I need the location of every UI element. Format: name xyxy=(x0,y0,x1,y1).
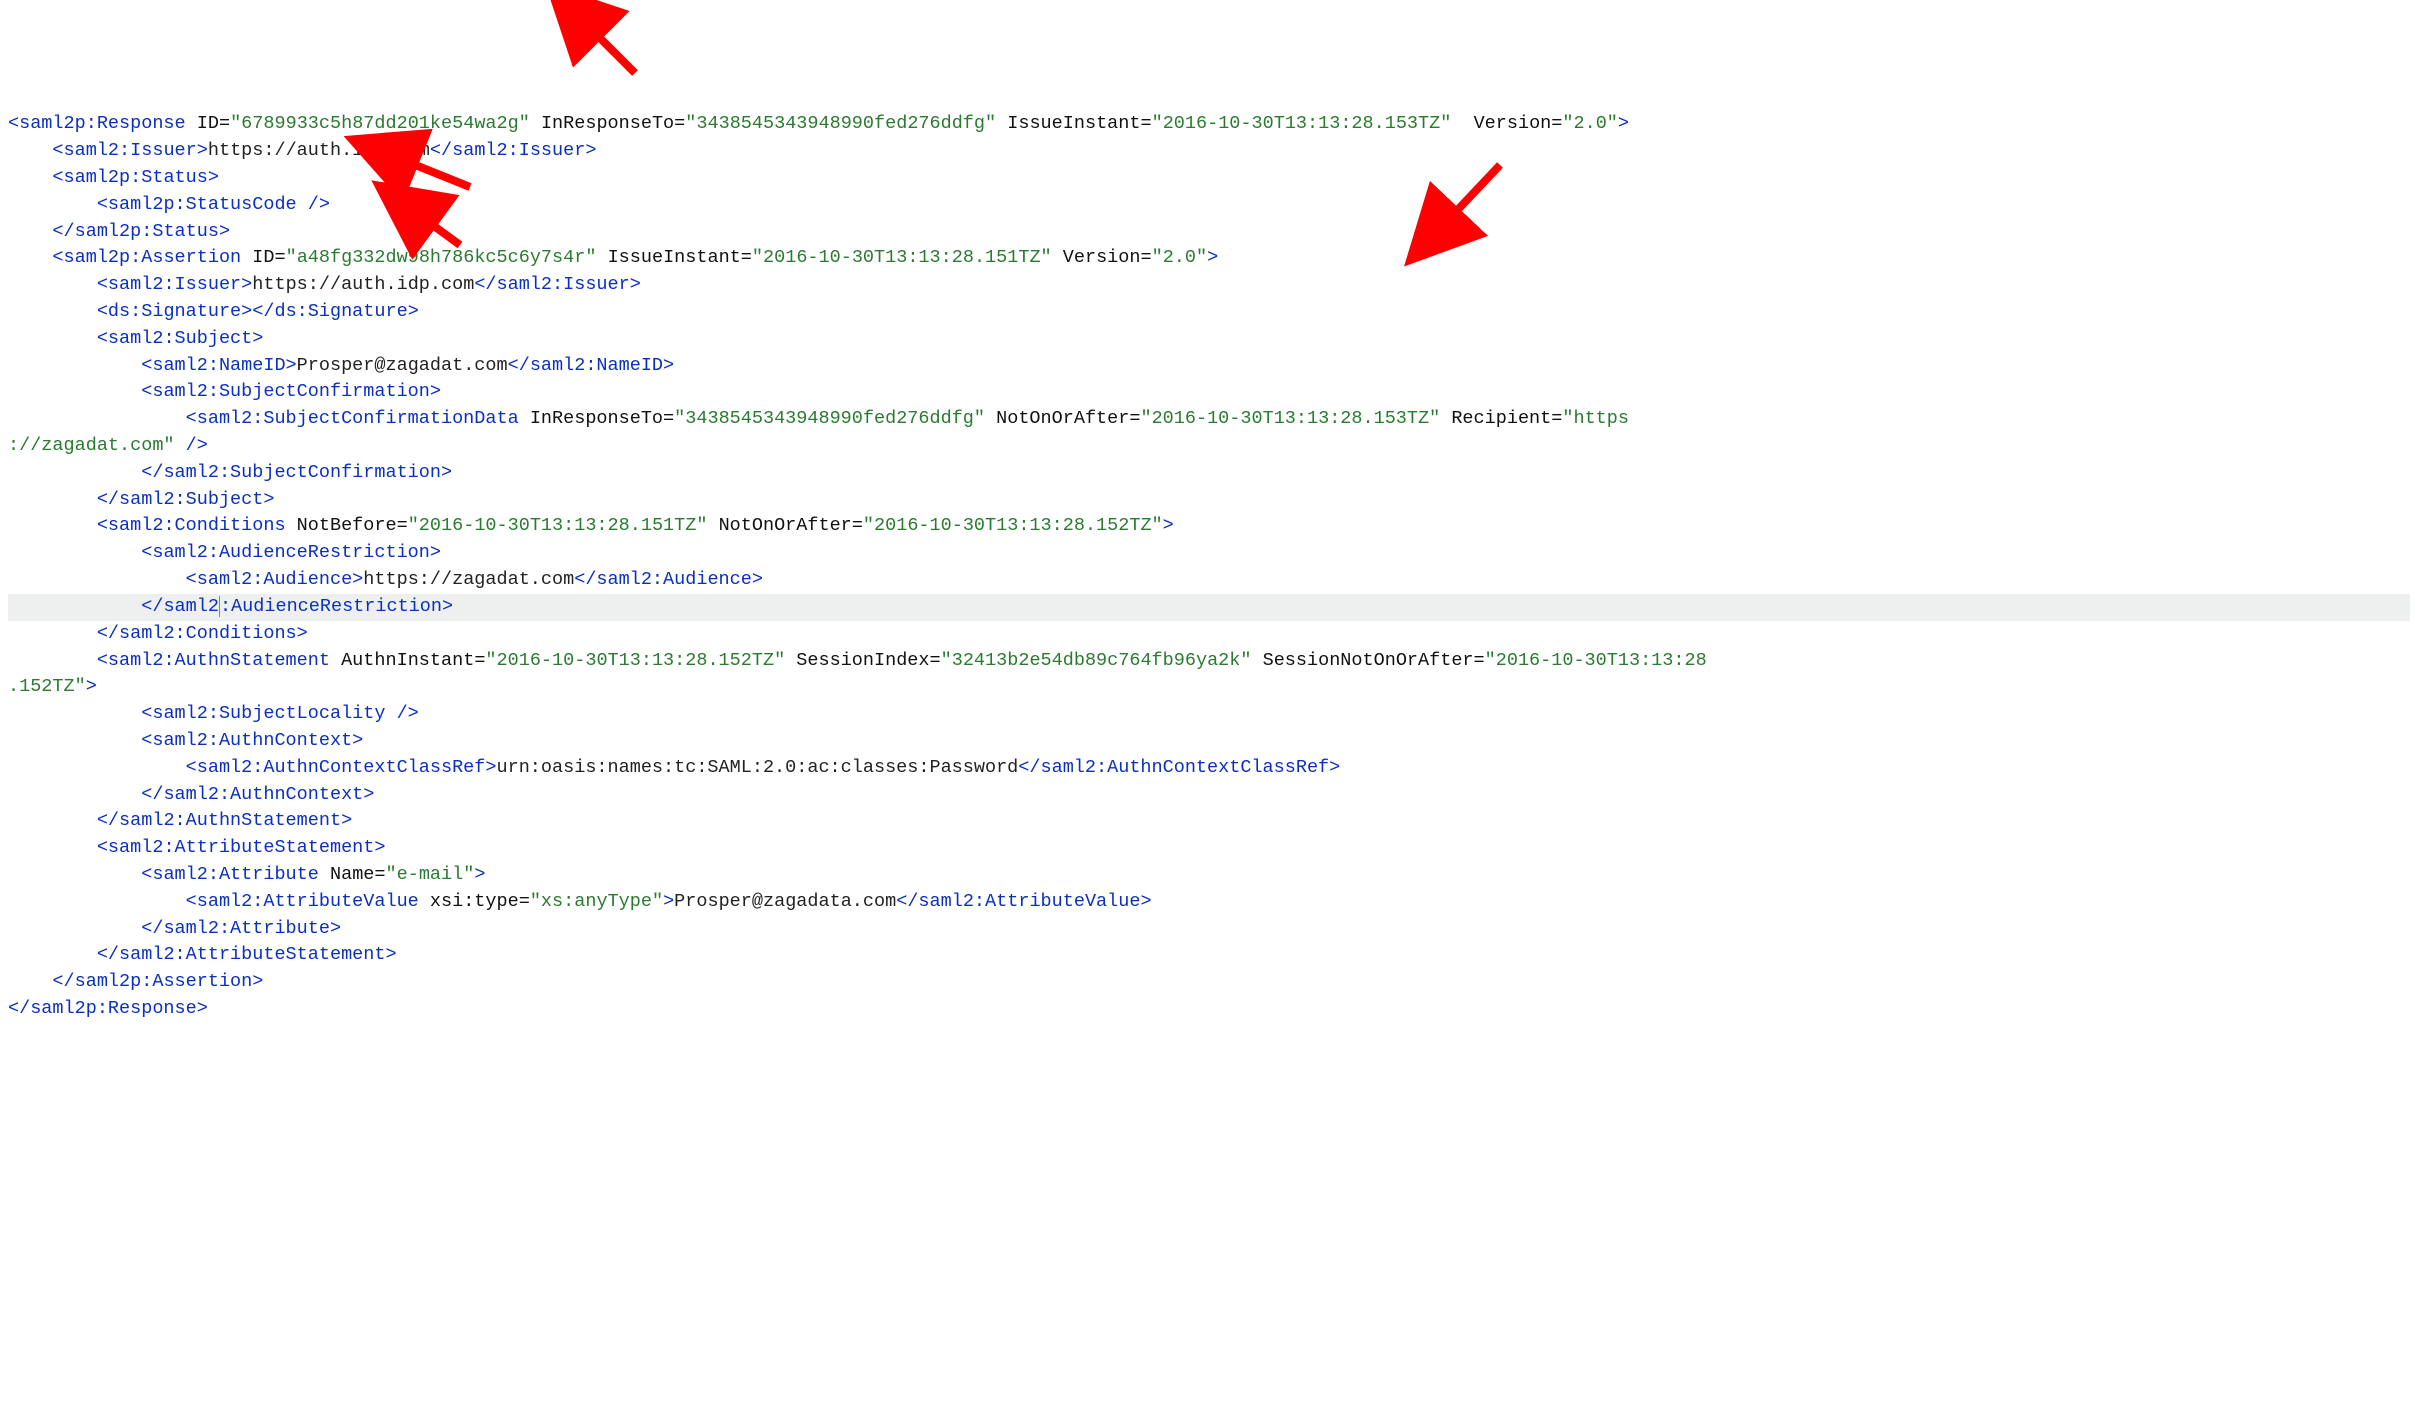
version-val: "2.0" xyxy=(1562,113,1618,134)
subjectlocality-self: <saml2:SubjectLocality /> xyxy=(141,703,419,724)
ais-si-attr: SessionIndex xyxy=(796,650,929,671)
assertion-ver-val: "2.0" xyxy=(1152,247,1208,268)
issuer-open: <saml2:Issuer> xyxy=(52,140,207,161)
inresponseto-val: "3438545343948990fed276ddfg" xyxy=(685,113,996,134)
issueinstant-val: "2016-10-30T13:13:28.153TZ" xyxy=(1152,113,1452,134)
accr-value: urn:oasis:names:tc:SAML:2.0:ac:classes:P… xyxy=(497,757,1019,778)
attrval-value: Prosper@zagadata.com xyxy=(674,891,896,912)
ais-snooa-val2: .152TZ" xyxy=(8,676,86,697)
subject-close: </saml2:Subject> xyxy=(97,489,275,510)
cond-nb-attr: NotBefore xyxy=(297,515,397,536)
assertion-ver-attr: Version xyxy=(1063,247,1141,268)
scd-irt-val: "3438545343948990fed276ddfg" xyxy=(674,408,985,429)
version-attr: Version xyxy=(1474,113,1552,134)
attr-close: </saml2:Attribute> xyxy=(141,918,341,939)
assertion-id-val: "a48fg332dw98h786kc5c6y7s4r" xyxy=(286,247,597,268)
attr-open-tag: <saml2:Attribute xyxy=(141,864,319,885)
issueinstant-attr: IssueInstant xyxy=(1007,113,1140,134)
ais-snooa-attr: SessionNotOnOrAfter xyxy=(1263,650,1474,671)
scd-recip-val2: ://zagadat.com" xyxy=(8,435,175,456)
scd-irt-attr: InResponseTo xyxy=(530,408,663,429)
authncontext-close: </saml2:AuthnContext> xyxy=(141,784,374,805)
nameid-close: </saml2:NameID> xyxy=(508,355,675,376)
status-close: </saml2p:Status> xyxy=(52,221,230,242)
conditions-close: </saml2:Conditions> xyxy=(97,623,308,644)
assertion-ii-attr: IssueInstant xyxy=(608,247,741,268)
audiencerestr-close2: :AudienceRestriction> xyxy=(219,596,453,617)
authnstmt-open-tag: <saml2:AuthnStatement xyxy=(97,650,330,671)
cond-nb-val: "2016-10-30T13:13:28.151TZ" xyxy=(408,515,708,536)
inresponseto-attr: InResponseTo xyxy=(541,113,674,134)
assertion-ii-val: "2016-10-30T13:13:28.151TZ" xyxy=(752,247,1052,268)
ais-si-val: "32413b2e54db89c764fb96ya2k" xyxy=(941,650,1252,671)
scd-nooa-val: "2016-10-30T13:13:28.153TZ" xyxy=(1140,408,1440,429)
assertion-id-attr: ID xyxy=(252,247,274,268)
signature-close: </ds:Signature> xyxy=(252,301,419,322)
nameid-open: <saml2:NameID> xyxy=(141,355,296,376)
accr-close: </saml2:AuthnContextClassRef> xyxy=(1018,757,1340,778)
scd-recip-attr: Recipient xyxy=(1451,408,1551,429)
audience-open: <saml2:Audience> xyxy=(186,569,364,590)
attrval-open-tag: <saml2:AttributeValue xyxy=(186,891,419,912)
audiencerestr-open: <saml2:AudienceRestriction> xyxy=(141,542,441,563)
audience-close: </saml2:Audience> xyxy=(574,569,763,590)
scd-selfclose: /> xyxy=(175,435,208,456)
authnstmt-close: </saml2:AuthnStatement> xyxy=(97,810,352,831)
annotation-arrow-icon xyxy=(580,18,650,88)
cond-nooa-val: "2016-10-30T13:13:28.152TZ" xyxy=(863,515,1163,536)
attrval-xsi-attr: xsi:type xyxy=(430,891,519,912)
issuer-close: </saml2:Issuer> xyxy=(430,140,597,161)
attrstmt-close: </saml2:AttributeStatement> xyxy=(97,944,397,965)
attrval-close: </saml2:AttributeValue> xyxy=(896,891,1151,912)
attrstmt-open: <saml2:AttributeStatement> xyxy=(97,837,386,858)
attr-name-val: "e-mail" xyxy=(386,864,475,885)
xml-code-block: <saml2p:Response ID="6789933c5h87dd201ke… xyxy=(8,111,2410,1023)
ais-snooa-val1: "2016-10-30T13:13:28 xyxy=(1485,650,1707,671)
nameid-value: Prosper@zagadat.com xyxy=(297,355,508,376)
subjectconf-close: </saml2:SubjectConfirmation> xyxy=(141,462,452,483)
scd-nooa-attr: NotOnOrAfter xyxy=(996,408,1129,429)
attr-name-attr: Name xyxy=(330,864,374,885)
assertion-open-tag: <saml2p:Assertion xyxy=(52,247,241,268)
status-open: <saml2p:Status> xyxy=(52,167,219,188)
accr-open: <saml2:AuthnContextClassRef> xyxy=(186,757,497,778)
signature-open: <ds:Signature> xyxy=(97,301,252,322)
attrval-xsi-val: "xs:anyType" xyxy=(530,891,663,912)
response-open-tag: <saml2p:Response xyxy=(8,113,186,134)
id-val: "6789933c5h87dd201ke54wa2g" xyxy=(230,113,530,134)
audience-value: https://zagadat.com xyxy=(363,569,574,590)
issuer-inner-open: <saml2:Issuer> xyxy=(97,274,252,295)
scd-recip-val1: "https xyxy=(1562,408,1629,429)
subject-open: <saml2:Subject> xyxy=(97,328,264,349)
issuer-inner-close: </saml2:Issuer> xyxy=(474,274,641,295)
scd-open: <saml2:SubjectConfirmationData xyxy=(186,408,519,429)
statuscode-self: <saml2p:StatusCode /> xyxy=(97,194,330,215)
authncontext-open: <saml2:AuthnContext> xyxy=(141,730,363,751)
cond-nooa-attr: NotOnOrAfter xyxy=(719,515,852,536)
response-close: </saml2p:Response> xyxy=(8,998,208,1019)
ais-ai-val: "2016-10-30T13:13:28.152TZ" xyxy=(485,650,785,671)
id-attr: ID xyxy=(197,113,219,134)
audiencerestr-close1: </saml2 xyxy=(141,596,219,617)
assertion-close: </saml2p:Assertion> xyxy=(52,971,263,992)
issuer-inner-value: https://auth.idp.com xyxy=(252,274,474,295)
ais-ai-attr: AuthnInstant xyxy=(341,650,474,671)
issuer-value: https://auth.idp.com xyxy=(208,140,430,161)
subjectconf-open: <saml2:SubjectConfirmation> xyxy=(141,381,441,402)
conditions-open-tag: <saml2:Conditions xyxy=(97,515,286,536)
